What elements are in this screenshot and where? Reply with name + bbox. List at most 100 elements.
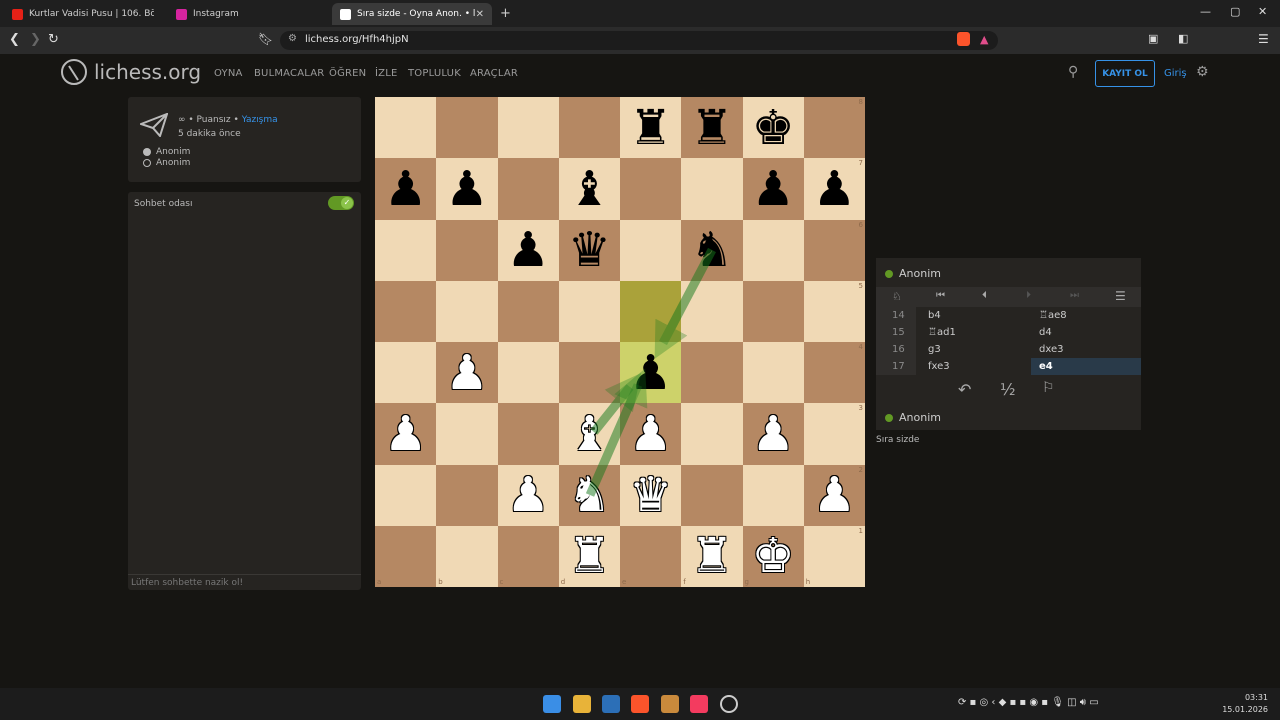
square-c7[interactable]	[497, 158, 559, 220]
square-b4[interactable]: ♟	[436, 342, 498, 404]
square-f7[interactable]	[681, 158, 743, 220]
white-pawn-icon[interactable]: ♟	[498, 465, 559, 526]
square-h2[interactable]: ♟ 2	[803, 464, 865, 526]
white-move[interactable]: fxe3	[928, 361, 950, 372]
square-g2[interactable]	[742, 464, 804, 526]
back-icon[interactable]: ❮	[9, 32, 20, 47]
square-h4[interactable]: 4	[803, 342, 865, 404]
square-c8[interactable]	[497, 97, 559, 159]
white-pawn-icon[interactable]: ♟	[620, 403, 681, 464]
site-info-icon[interactable]: ⚙	[288, 33, 297, 44]
clock-time[interactable]: 03:31	[1230, 693, 1268, 702]
square-e4[interactable]: ♟	[620, 342, 682, 404]
close-window-button[interactable]: ✕	[1258, 5, 1267, 18]
square-h5[interactable]: 5	[803, 280, 865, 342]
app-icon[interactable]	[661, 695, 679, 713]
square-a8[interactable]	[375, 97, 437, 159]
square-g3[interactable]: ♟	[742, 403, 804, 465]
reload-icon[interactable]: ↻	[48, 32, 59, 47]
square-d8[interactable]	[558, 97, 620, 159]
next-move-icon[interactable]: ⏵	[1026, 290, 1031, 301]
square-c5[interactable]	[497, 280, 559, 342]
chat-toggle[interactable]: ✓	[328, 196, 354, 210]
brave-browser-icon[interactable]	[631, 695, 649, 713]
close-tab-icon[interactable]: ✕	[476, 9, 484, 20]
square-a1[interactable]: a	[375, 525, 437, 587]
tray-icons[interactable]: ⟳ ▪ ◎ ‹ ◆ ▪ ▪ ◉ ▪ 🎙︎ ◫ 🔊︎ ▭	[958, 697, 1099, 708]
steam-icon[interactable]	[720, 695, 738, 713]
square-d6[interactable]: ♛	[558, 219, 620, 281]
square-h7[interactable]: ♟ 7	[803, 158, 865, 220]
square-b7[interactable]: ♟	[436, 158, 498, 220]
chat-input[interactable]: Lütfen sohbette nazik ol!	[128, 574, 361, 590]
square-b2[interactable]	[436, 464, 498, 526]
square-h1[interactable]: 1h	[803, 525, 865, 587]
white-king-icon[interactable]: ♚	[743, 526, 804, 587]
square-g5[interactable]	[742, 280, 804, 342]
square-a4[interactable]	[375, 342, 437, 404]
first-move-icon[interactable]: ⏮	[936, 290, 945, 301]
square-g4[interactable]	[742, 342, 804, 404]
nav-learn[interactable]: ÖĞREN	[329, 68, 366, 79]
nav-community[interactable]: TOPLULUK	[408, 68, 461, 79]
square-e8[interactable]: ♜	[620, 97, 682, 159]
square-d1[interactable]: ♜ d	[558, 525, 620, 587]
white-pawn-icon[interactable]: ♟	[436, 342, 497, 403]
flip-board-icon[interactable]: ♘	[892, 290, 902, 303]
brave-shields-icon[interactable]	[957, 32, 970, 46]
screenshot-icon[interactable]: ▣	[1148, 32, 1158, 45]
variant-link[interactable]: Yazışma	[242, 115, 278, 125]
square-g1[interactable]: ♚ g	[742, 525, 804, 587]
white-pawn-icon[interactable]: ♟	[804, 465, 865, 526]
menu-icon[interactable]: ☰	[1115, 289, 1126, 303]
square-h8[interactable]: 8	[803, 97, 865, 159]
square-e6[interactable]	[620, 219, 682, 281]
search-icon[interactable]: ⚲	[1068, 64, 1078, 80]
maximize-button[interactable]: ▢	[1230, 5, 1240, 18]
minimize-button[interactable]: —	[1200, 5, 1211, 18]
white-rook-icon[interactable]: ♜	[559, 526, 620, 587]
square-a7[interactable]: ♟	[375, 158, 437, 220]
square-d4[interactable]	[558, 342, 620, 404]
square-b3[interactable]	[436, 403, 498, 465]
url-field[interactable]: ⚙ lichess.org/Hfh4hjpN	[280, 31, 998, 50]
square-e7[interactable]	[620, 158, 682, 220]
brave-rewards-icon[interactable]: ▲	[980, 33, 988, 46]
square-d2[interactable]: ♞	[558, 464, 620, 526]
draw-offer-button[interactable]: ½	[1000, 380, 1016, 399]
white-move[interactable]: g3	[928, 344, 941, 355]
white-bishop-icon[interactable]: ♝	[559, 403, 620, 464]
square-c3[interactable]	[497, 403, 559, 465]
lichess-logo[interactable]: lichess.org	[60, 58, 201, 86]
white-pawn-icon[interactable]: ♟	[743, 403, 804, 464]
white-rook-icon[interactable]: ♜	[681, 526, 742, 587]
square-e1[interactable]: e	[620, 525, 682, 587]
music-icon[interactable]	[690, 695, 708, 713]
square-f2[interactable]	[681, 464, 743, 526]
square-h6[interactable]: 6	[803, 219, 865, 281]
square-a3[interactable]: ♟	[375, 403, 437, 465]
square-b6[interactable]	[436, 219, 498, 281]
signup-button[interactable]: KAYIT OL	[1095, 60, 1155, 87]
nav-tools[interactable]: ARAÇLAR	[470, 68, 518, 79]
square-f4[interactable]	[681, 342, 743, 404]
white-move[interactable]: b4	[928, 310, 941, 321]
prev-move-icon[interactable]: ⏴	[982, 290, 987, 301]
square-e5[interactable]	[620, 280, 682, 342]
white-queen-icon[interactable]: ♛	[620, 465, 681, 526]
square-c1[interactable]: c	[497, 525, 559, 587]
new-tab-button[interactable]: +	[500, 6, 511, 21]
windows-start-icon[interactable]	[543, 695, 561, 713]
menu-icon[interactable]: ☰	[1258, 32, 1269, 46]
tab-lichess[interactable]: Sıra sizde - Oyna Anon. • liches ✕	[332, 3, 492, 25]
takeback-icon[interactable]: ↶	[958, 380, 971, 399]
square-g7[interactable]: ♟	[742, 158, 804, 220]
square-g8[interactable]: ♚	[742, 97, 804, 159]
square-a6[interactable]	[375, 219, 437, 281]
square-g6[interactable]	[742, 219, 804, 281]
settings-gear-icon[interactable]: ⚙	[1196, 64, 1209, 80]
nav-play[interactable]: OYNA	[214, 68, 243, 79]
nav-puzzles[interactable]: BULMACALAR	[254, 68, 324, 79]
square-c4[interactable]	[497, 342, 559, 404]
photos-icon[interactable]	[602, 695, 620, 713]
